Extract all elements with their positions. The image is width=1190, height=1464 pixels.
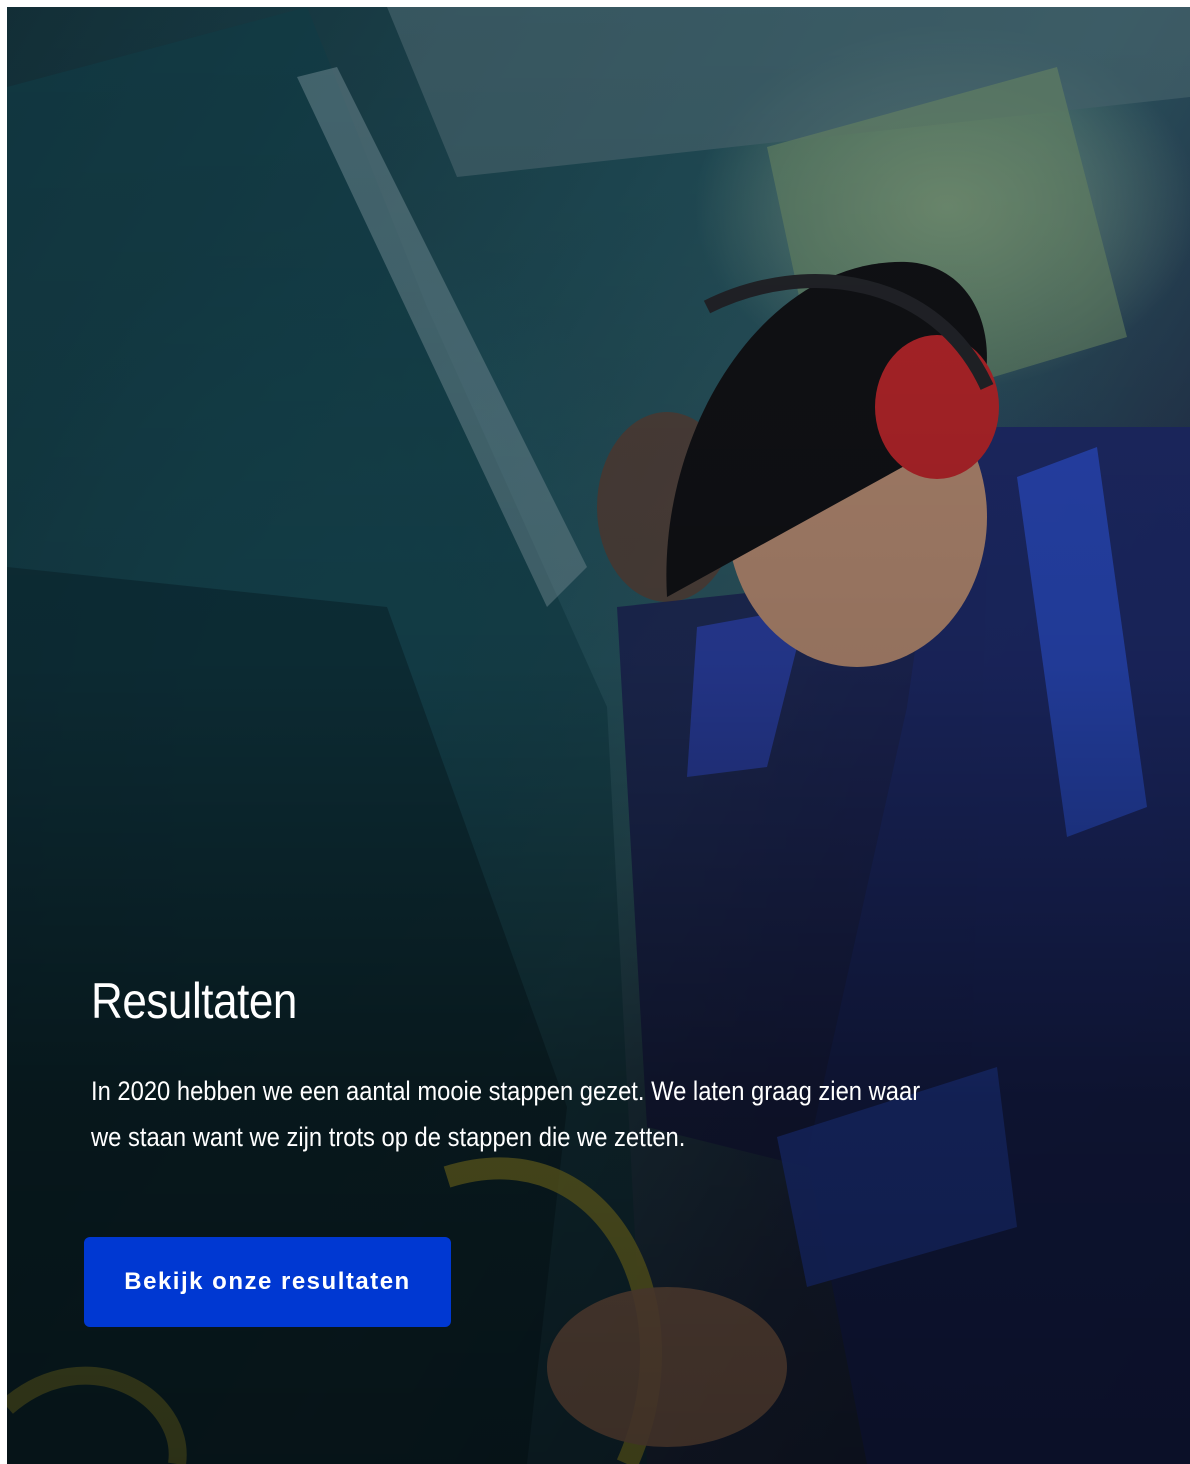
- view-results-button[interactable]: Bekijk onze resultaten: [84, 1237, 451, 1327]
- hero-description: In 2020 hebben we een aantal mooie stapp…: [91, 1076, 921, 1152]
- hero-content: Resultaten In 2020 hebben we een aantal …: [91, 972, 991, 1160]
- page-title: Resultaten: [91, 973, 297, 1029]
